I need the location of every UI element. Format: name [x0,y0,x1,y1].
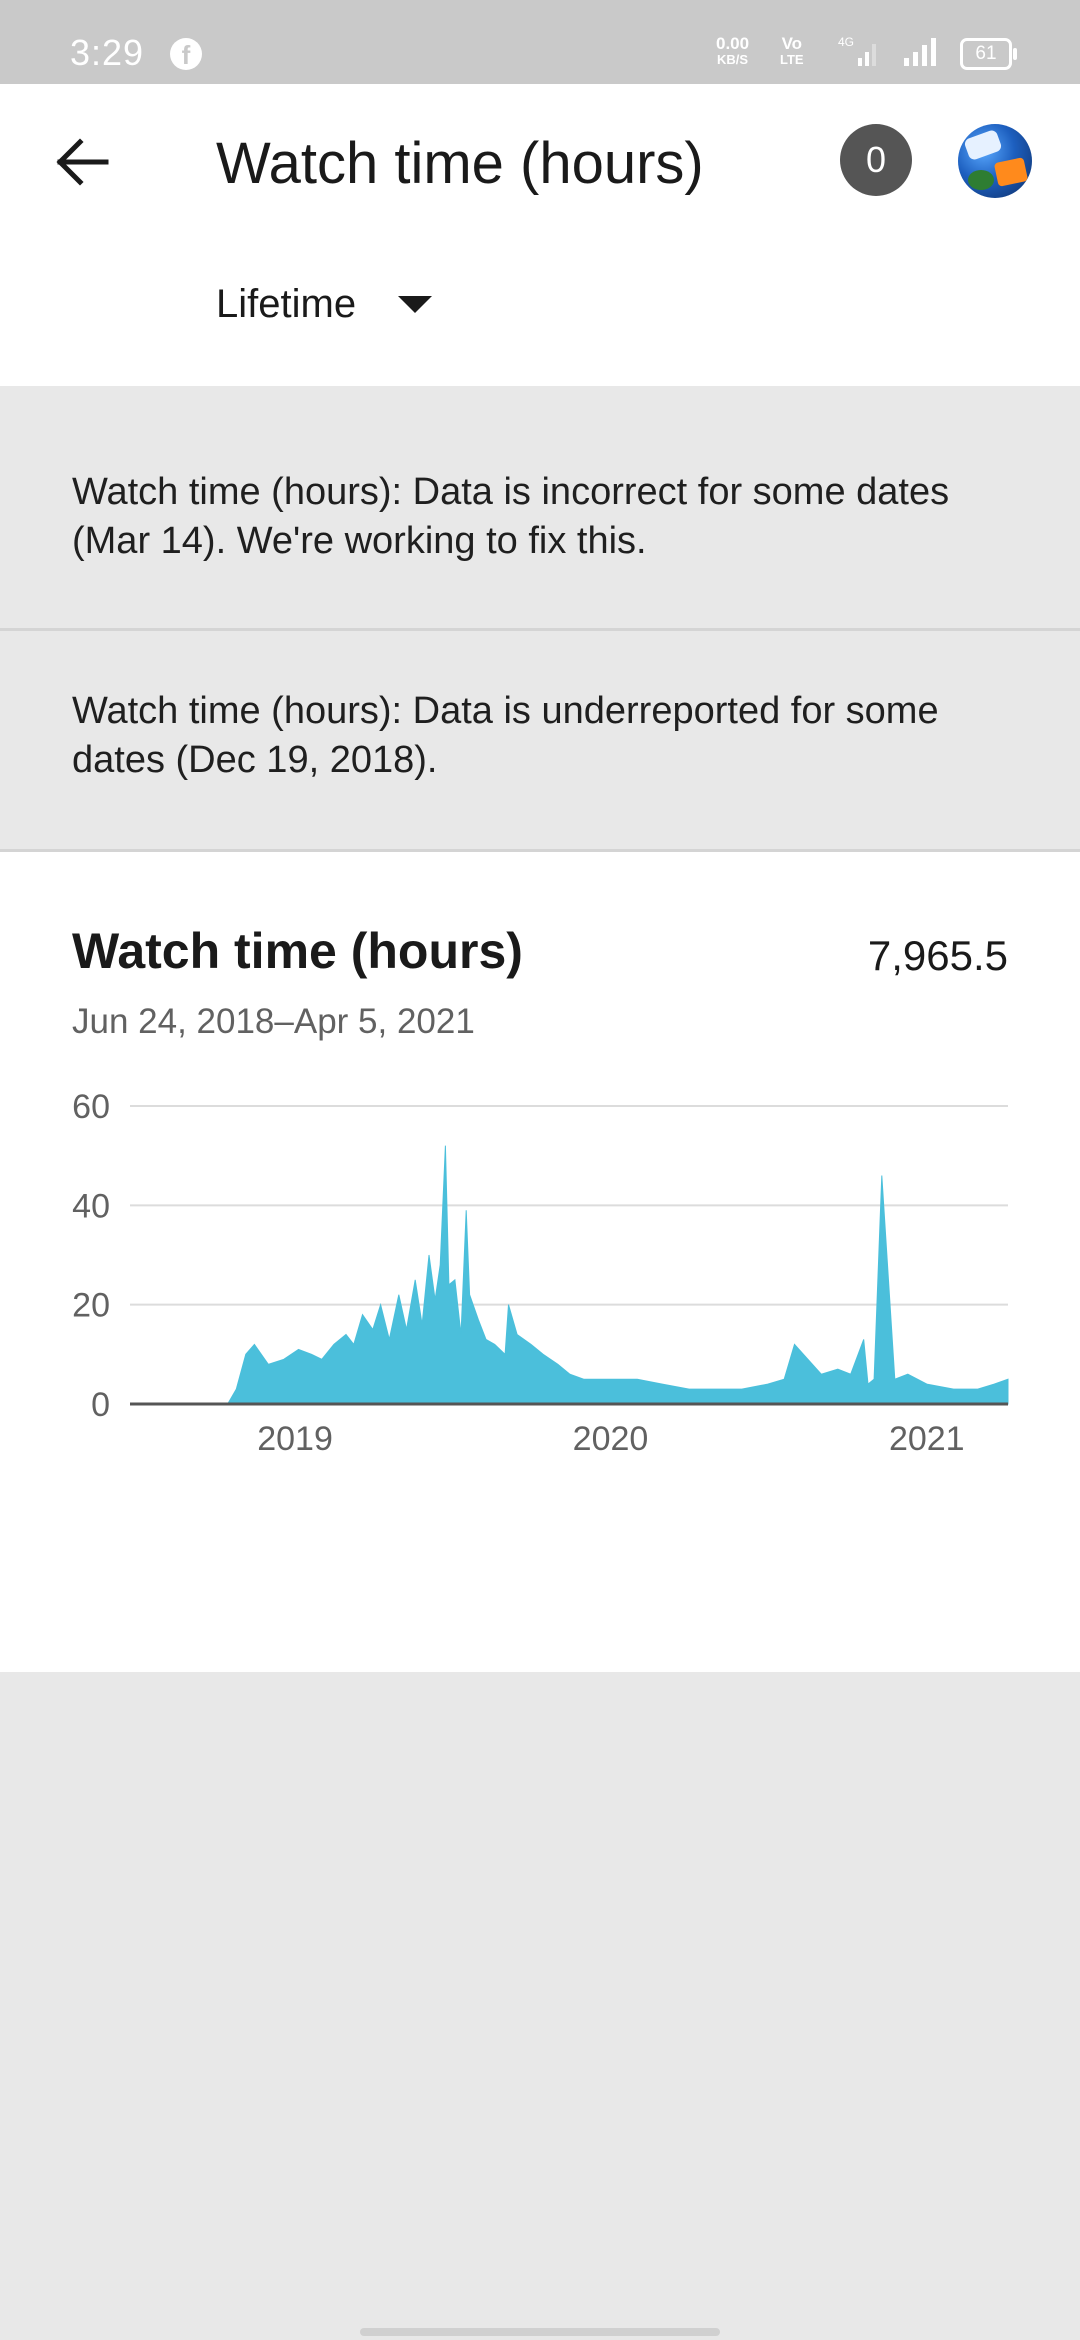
volte-sub-label: LTE [780,52,804,67]
notification-count-badge[interactable]: 0 [840,124,912,196]
card-title: Watch time (hours) [72,923,523,979]
avatar[interactable] [958,124,1032,198]
volte-indicator: Vo LTE [780,34,804,68]
y-tick-label: 60 [72,1092,110,1126]
x-tick-label: 2020 [573,1420,649,1458]
signal-icon [904,38,936,66]
watch-time-chart: 0 20 40 60 2019 2020 2021 [72,1092,1009,1458]
date-range: Jun 24, 2018–Apr 5, 2021 [72,1002,475,1041]
period-label: Lifetime [216,281,357,326]
y-tick-label: 20 [72,1287,110,1325]
arrow-left-icon[interactable] [46,126,118,198]
y-tick-label: 0 [91,1386,110,1424]
status-time: 3:29 [70,32,145,73]
data-notice-underreported: Watch time (hours): Data is underreporte… [0,631,1080,852]
network-type-label: 4G [838,35,854,49]
total-value: 7,965.5 [867,932,1008,979]
battery-icon: 61 [960,38,1017,70]
x-tick-label: 2019 [257,1420,333,1458]
volte-label: Vo [781,34,803,53]
x-tick-label: 2021 [889,1420,965,1458]
notice-text: Watch time (hours): Data is underreporte… [72,690,939,781]
y-tick-label: 40 [72,1187,110,1225]
watch-time-card: Watch time (hours) 7,965.5 Jun 24, 2018–… [0,852,1080,1672]
network-speed-value: 0.00 [716,34,750,53]
page-title: Watch time (hours) [216,131,704,196]
series-area [130,1145,1009,1405]
status-bar: 3:29 f 0.00 KB/S Vo LTE 4G 61 [0,0,1080,84]
battery-level: 61 [975,43,997,64]
signal-4g-icon: 4G [838,35,876,66]
notice-text: Watch time (hours): Data is incorrect fo… [72,471,950,562]
network-speed: 0.00 KB/S [716,34,750,68]
period-dropdown[interactable]: Lifetime [216,274,433,334]
caret-down-icon [398,295,433,313]
home-indicator[interactable] [360,2328,720,2336]
app-bar: Watch time (hours) 0 Lifetime [0,84,1080,386]
avatar-shape-2 [993,157,1029,187]
avatar-shape-1 [963,128,1003,162]
data-notice-incorrect: Watch time (hours): Data is incorrect fo… [0,386,1080,631]
facebook-icon: f [170,38,202,70]
avatar-shape-3 [968,170,994,190]
network-speed-unit: KB/S [717,52,749,67]
